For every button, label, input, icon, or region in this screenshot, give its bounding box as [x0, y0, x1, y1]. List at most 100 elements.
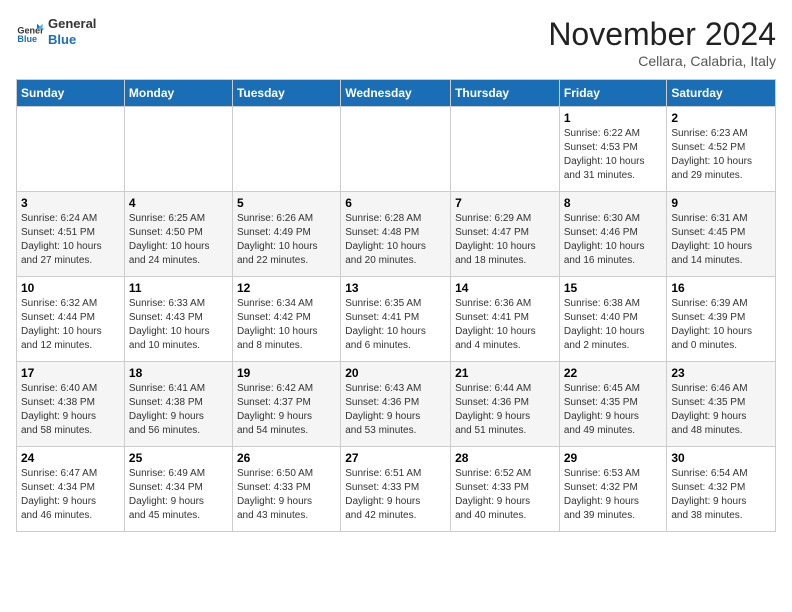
weekday-header-monday: Monday [124, 80, 232, 107]
calendar-cell: 11 Sunrise: 6:33 AM Sunset: 4:43 PM Dayli… [124, 277, 232, 362]
day-detail: Sunrise: 6:25 AM Sunset: 4:50 PM Dayligh… [129, 212, 228, 268]
calendar-week-4: 17 Sunrise: 6:40 AM Sunset: 4:38 PM Dayli… [17, 362, 776, 447]
day-number: 16 [671, 281, 771, 295]
day-detail: Sunrise: 6:34 AM Sunset: 4:42 PM Dayligh… [237, 297, 336, 353]
weekday-header-tuesday: Tuesday [232, 80, 340, 107]
calendar-cell: 7 Sunrise: 6:29 AM Sunset: 4:47 PM Daylig… [451, 192, 560, 277]
day-number: 7 [455, 196, 555, 210]
calendar-cell: 30 Sunrise: 6:54 AM Sunset: 4:32 PM Dayli… [667, 447, 776, 532]
calendar-cell: 15 Sunrise: 6:38 AM Sunset: 4:40 PM Dayli… [559, 277, 667, 362]
day-number: 18 [129, 366, 228, 380]
calendar-cell: 12 Sunrise: 6:34 AM Sunset: 4:42 PM Dayli… [232, 277, 340, 362]
calendar-cell: 1 Sunrise: 6:22 AM Sunset: 4:53 PM Daylig… [559, 107, 667, 192]
calendar-cell [232, 107, 340, 192]
logo-general: General [48, 16, 96, 32]
calendar-cell: 6Sunrise: 6:28 AM Sunset: 4:48 PM Daylig… [341, 192, 451, 277]
calendar-cell: 22Sunrise: 6:45 AM Sunset: 4:35 PM Dayli… [559, 362, 667, 447]
calendar-cell: 21 Sunrise: 6:44 AM Sunset: 4:36 PM Dayli… [451, 362, 560, 447]
weekday-header-saturday: Saturday [667, 80, 776, 107]
calendar-cell: 16 Sunrise: 6:39 AM Sunset: 4:39 PM Dayli… [667, 277, 776, 362]
day-number: 12 [237, 281, 336, 295]
day-number: 2 [671, 111, 771, 125]
day-number: 26 [237, 451, 336, 465]
logo-blue: Blue [48, 32, 96, 48]
title-block: November 2024 Cellara, Calabria, Italy [548, 16, 776, 69]
calendar-week-1: 1 Sunrise: 6:22 AM Sunset: 4:53 PM Daylig… [17, 107, 776, 192]
month-title: November 2024 [548, 16, 776, 53]
day-detail: Sunrise: 6:26 AM Sunset: 4:49 PM Dayligh… [237, 212, 336, 268]
calendar-cell: 20 Sunrise: 6:43 AM Sunset: 4:36 PM Dayli… [341, 362, 451, 447]
day-detail: Sunrise: 6:24 AM Sunset: 4:51 PM Dayligh… [21, 212, 120, 268]
day-detail: Sunrise: 6:52 AM Sunset: 4:33 PM Dayligh… [455, 467, 555, 523]
day-detail: Sunrise: 6:45 AM Sunset: 4:35 PM Dayligh… [564, 382, 663, 438]
day-detail: Sunrise: 6:42 AM Sunset: 4:37 PM Dayligh… [237, 382, 336, 438]
calendar-cell [124, 107, 232, 192]
day-detail: Sunrise: 6:43 AM Sunset: 4:36 PM Dayligh… [345, 382, 446, 438]
day-detail: Sunrise: 6:32 AM Sunset: 4:44 PM Dayligh… [21, 297, 120, 353]
day-number: 25 [129, 451, 228, 465]
day-number: 11 [129, 281, 228, 295]
svg-text:Blue: Blue [17, 33, 37, 43]
day-detail: Sunrise: 6:49 AM Sunset: 4:34 PM Dayligh… [129, 467, 228, 523]
day-number: 29 [564, 451, 663, 465]
day-detail: Sunrise: 6:44 AM Sunset: 4:36 PM Dayligh… [455, 382, 555, 438]
day-detail: Sunrise: 6:23 AM Sunset: 4:52 PM Dayligh… [671, 127, 771, 183]
calendar-cell: 2 Sunrise: 6:23 AM Sunset: 4:52 PM Daylig… [667, 107, 776, 192]
day-detail: Sunrise: 6:36 AM Sunset: 4:41 PM Dayligh… [455, 297, 555, 353]
calendar-week-2: 3 Sunrise: 6:24 AM Sunset: 4:51 PM Daylig… [17, 192, 776, 277]
day-number: 6 [345, 196, 446, 210]
day-detail: Sunrise: 6:29 AM Sunset: 4:47 PM Dayligh… [455, 212, 555, 268]
day-number: 20 [345, 366, 446, 380]
day-number: 1 [564, 111, 663, 125]
calendar-cell: 25 Sunrise: 6:49 AM Sunset: 4:34 PM Dayli… [124, 447, 232, 532]
calendar-cell [451, 107, 560, 192]
day-number: 21 [455, 366, 555, 380]
day-detail: Sunrise: 6:33 AM Sunset: 4:43 PM Dayligh… [129, 297, 228, 353]
calendar-cell: 28 Sunrise: 6:52 AM Sunset: 4:33 PM Dayli… [451, 447, 560, 532]
day-number: 15 [564, 281, 663, 295]
day-detail: Sunrise: 6:46 AM Sunset: 4:35 PM Dayligh… [671, 382, 771, 438]
day-detail: Sunrise: 6:40 AM Sunset: 4:38 PM Dayligh… [21, 382, 120, 438]
day-number: 3 [21, 196, 120, 210]
calendar-cell [17, 107, 125, 192]
day-detail: Sunrise: 6:54 AM Sunset: 4:32 PM Dayligh… [671, 467, 771, 523]
weekday-header-row: SundayMondayTuesdayWednesdayThursdayFrid… [17, 80, 776, 107]
day-detail: Sunrise: 6:50 AM Sunset: 4:33 PM Dayligh… [237, 467, 336, 523]
day-number: 28 [455, 451, 555, 465]
day-detail: Sunrise: 6:41 AM Sunset: 4:38 PM Dayligh… [129, 382, 228, 438]
day-detail: Sunrise: 6:31 AM Sunset: 4:45 PM Dayligh… [671, 212, 771, 268]
calendar-table: SundayMondayTuesdayWednesdayThursdayFrid… [16, 79, 776, 532]
calendar-cell: 13Sunrise: 6:35 AM Sunset: 4:41 PM Dayli… [341, 277, 451, 362]
day-number: 17 [21, 366, 120, 380]
day-number: 13 [345, 281, 446, 295]
day-detail: Sunrise: 6:39 AM Sunset: 4:39 PM Dayligh… [671, 297, 771, 353]
weekday-header-sunday: Sunday [17, 80, 125, 107]
day-detail: Sunrise: 6:51 AM Sunset: 4:33 PM Dayligh… [345, 467, 446, 523]
calendar-cell: 19 Sunrise: 6:42 AM Sunset: 4:37 PM Dayli… [232, 362, 340, 447]
day-number: 30 [671, 451, 771, 465]
weekday-header-wednesday: Wednesday [341, 80, 451, 107]
weekday-header-friday: Friday [559, 80, 667, 107]
calendar-cell: 3 Sunrise: 6:24 AM Sunset: 4:51 PM Daylig… [17, 192, 125, 277]
day-detail: Sunrise: 6:38 AM Sunset: 4:40 PM Dayligh… [564, 297, 663, 353]
calendar-week-5: 24Sunrise: 6:47 AM Sunset: 4:34 PM Dayli… [17, 447, 776, 532]
page-header: General Blue General Blue November 2024 … [16, 16, 776, 69]
day-detail: Sunrise: 6:22 AM Sunset: 4:53 PM Dayligh… [564, 127, 663, 183]
calendar-cell: 8Sunrise: 6:30 AM Sunset: 4:46 PM Daylig… [559, 192, 667, 277]
day-number: 19 [237, 366, 336, 380]
day-number: 10 [21, 281, 120, 295]
calendar-cell: 5 Sunrise: 6:26 AM Sunset: 4:49 PM Daylig… [232, 192, 340, 277]
calendar-cell: 17 Sunrise: 6:40 AM Sunset: 4:38 PM Dayli… [17, 362, 125, 447]
day-detail: Sunrise: 6:47 AM Sunset: 4:34 PM Dayligh… [21, 467, 120, 523]
calendar-cell: 26 Sunrise: 6:50 AM Sunset: 4:33 PM Dayli… [232, 447, 340, 532]
calendar-cell: 18 Sunrise: 6:41 AM Sunset: 4:38 PM Dayli… [124, 362, 232, 447]
calendar-cell: 24Sunrise: 6:47 AM Sunset: 4:34 PM Dayli… [17, 447, 125, 532]
calendar-cell: 9Sunrise: 6:31 AM Sunset: 4:45 PM Daylig… [667, 192, 776, 277]
weekday-header-thursday: Thursday [451, 80, 560, 107]
calendar-cell: 27Sunrise: 6:51 AM Sunset: 4:33 PM Dayli… [341, 447, 451, 532]
day-detail: Sunrise: 6:30 AM Sunset: 4:46 PM Dayligh… [564, 212, 663, 268]
day-number: 23 [671, 366, 771, 380]
day-number: 5 [237, 196, 336, 210]
logo-icon: General Blue [16, 18, 44, 46]
logo: General Blue General Blue [16, 16, 96, 47]
